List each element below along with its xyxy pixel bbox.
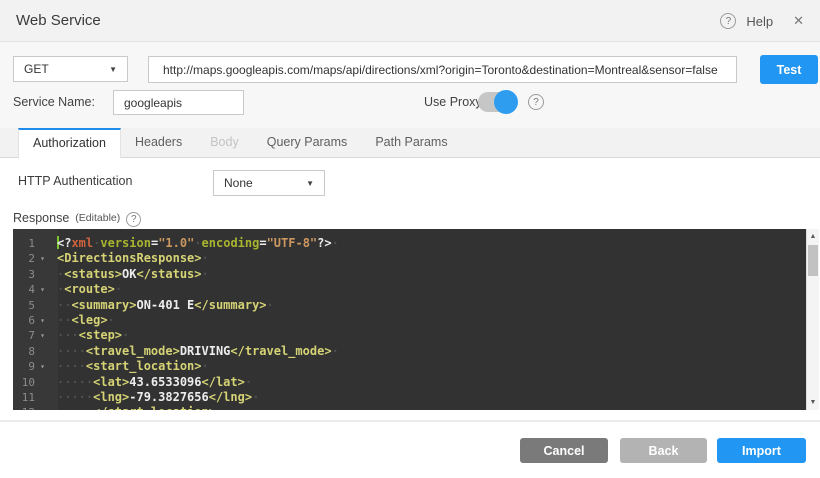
response-editor[interactable]: 1 <?xml·version="1.0"·encoding="UTF-8"?>·… <box>13 229 819 410</box>
fold-arrow-icon[interactable]: ▾ <box>35 328 50 343</box>
code-text: ··<summary>ON-401 E</summary>· <box>57 298 274 313</box>
code-text: ···<step>· <box>57 328 129 343</box>
code-text: ·····</start_location>· <box>57 405 223 410</box>
code-text: ··<leg>· <box>57 313 115 328</box>
import-button[interactable]: Import <box>717 438 806 463</box>
line-number: 12 <box>13 405 35 410</box>
fold-spacer <box>35 375 50 390</box>
fold-spacer <box>35 236 50 251</box>
code-text: ·<route>· <box>57 282 122 297</box>
http-authentication-select[interactable]: None ▼ <box>213 170 325 196</box>
dialog-header: Web Service ? Help ✕ <box>0 0 820 42</box>
line-number: 9 <box>13 359 35 374</box>
line-number: 7 <box>13 328 35 343</box>
footer-divider <box>0 420 820 422</box>
page-title: Web Service <box>16 0 101 42</box>
header-actions: ? Help ✕ <box>720 0 804 42</box>
fold-arrow-icon[interactable]: ▾ <box>35 313 50 328</box>
response-label: Response <box>13 211 69 225</box>
code-line: 2▾ <DirectionsResponse>· <box>13 251 806 266</box>
use-proxy-toggle[interactable] <box>478 92 516 112</box>
line-number: 1 <box>13 236 35 251</box>
tab-path-params[interactable]: Path Params <box>361 128 461 157</box>
use-proxy-label: Use Proxy: <box>424 95 485 109</box>
code-editor-lines: 1 <?xml·version="1.0"·encoding="UTF-8"?>·… <box>13 236 806 410</box>
chevron-down-icon: ▼ <box>109 65 117 74</box>
code-text: ·····<lng>-79.3827656</lng>· <box>57 390 259 405</box>
code-line: 4▾ ·<route>· <box>13 282 806 297</box>
tab-bar: Authorization Headers Body Query Params … <box>0 128 820 158</box>
fold-spacer <box>35 344 50 359</box>
help-link[interactable]: Help <box>746 14 773 29</box>
http-method-select[interactable]: GET ▼ <box>13 56 128 82</box>
code-text: ····<start_location>· <box>57 359 209 374</box>
line-number: 4 <box>13 282 35 297</box>
help-icon-glyph: ? <box>726 16 732 27</box>
code-line: 11 ·····<lng>-79.3827656</lng>· <box>13 390 806 405</box>
scroll-down-icon[interactable]: ▼ <box>807 396 819 409</box>
code-line: 6▾ ··<leg>· <box>13 313 806 328</box>
scroll-up-icon[interactable]: ▲ <box>807 230 819 243</box>
fold-arrow-icon[interactable]: ▾ <box>35 359 50 374</box>
code-line: 12 ·····</start_location>· <box>13 405 806 410</box>
line-number: 8 <box>13 344 35 359</box>
tab-headers[interactable]: Headers <box>121 128 196 157</box>
toggle-knob <box>494 90 518 114</box>
test-button[interactable]: Test <box>760 55 818 84</box>
response-help-glyph: ? <box>131 214 137 225</box>
response-editable-label: (Editable) <box>75 212 120 224</box>
service-name-input[interactable] <box>113 90 244 115</box>
scrollbar-thumb[interactable] <box>808 245 818 276</box>
code-text: ·····<lat>43.6533096</lat>· <box>57 375 252 390</box>
code-text: ····<travel_mode>DRIVING</travel_mode>· <box>57 344 339 359</box>
url-input[interactable] <box>148 56 737 83</box>
line-number: 10 <box>13 375 35 390</box>
tab-query-params[interactable]: Query Params <box>253 128 362 157</box>
line-number: 2 <box>13 251 35 266</box>
code-line: 7▾ ···<step>· <box>13 328 806 343</box>
code-line: 8 ····<travel_mode>DRIVING</travel_mode>· <box>13 344 806 359</box>
line-number: 3 <box>13 267 35 282</box>
code-line: 10 ·····<lat>43.6533096</lat>· <box>13 375 806 390</box>
chevron-down-icon: ▼ <box>306 179 314 188</box>
code-editor[interactable]: 1 <?xml·version="1.0"·encoding="UTF-8"?>·… <box>13 229 806 410</box>
code-line: 1 <?xml·version="1.0"·encoding="UTF-8"?>· <box>13 236 806 251</box>
line-number: 6 <box>13 313 35 328</box>
code-text: <?xml·version="1.0"·encoding="UTF-8"?>· <box>57 236 339 251</box>
code-line: 5 ··<summary>ON-401 E</summary>· <box>13 298 806 313</box>
http-authentication-value: None <box>224 176 253 190</box>
code-text: <DirectionsResponse>· <box>57 251 209 266</box>
fold-spacer <box>35 298 50 313</box>
request-form-section: GET ▼ Test Service Name: Use Proxy: ? <box>0 42 820 128</box>
code-text: ·<status>OK</status>· <box>57 267 209 282</box>
code-line: 3 ·<status>OK</status>· <box>13 267 806 282</box>
http-authentication-label: HTTP Authentication <box>18 174 132 188</box>
fold-spacer <box>35 390 50 405</box>
response-label-row: Response (Editable) ? <box>13 209 141 227</box>
fold-spacer <box>35 267 50 282</box>
editor-scrollbar[interactable]: ▲ ▼ <box>806 229 819 410</box>
line-number: 5 <box>13 298 35 313</box>
close-icon[interactable]: ✕ <box>793 13 804 29</box>
fold-arrow-icon[interactable]: ▾ <box>35 251 50 266</box>
tab-body: Body <box>196 128 253 157</box>
cancel-button[interactable]: Cancel <box>520 438 608 463</box>
proxy-help-glyph: ? <box>533 97 539 108</box>
http-method-value: GET <box>24 62 49 76</box>
fold-arrow-icon[interactable]: ▾ <box>35 282 50 297</box>
tab-authorization[interactable]: Authorization <box>18 128 121 158</box>
response-help-icon[interactable]: ? <box>126 212 141 227</box>
proxy-help-icon[interactable]: ? <box>528 94 544 110</box>
fold-spacer <box>35 405 50 410</box>
service-name-label: Service Name: <box>13 95 95 109</box>
code-line: 9▾ ····<start_location>· <box>13 359 806 374</box>
back-button[interactable]: Back <box>620 438 707 463</box>
help-icon[interactable]: ? <box>720 13 736 29</box>
line-number: 11 <box>13 390 35 405</box>
